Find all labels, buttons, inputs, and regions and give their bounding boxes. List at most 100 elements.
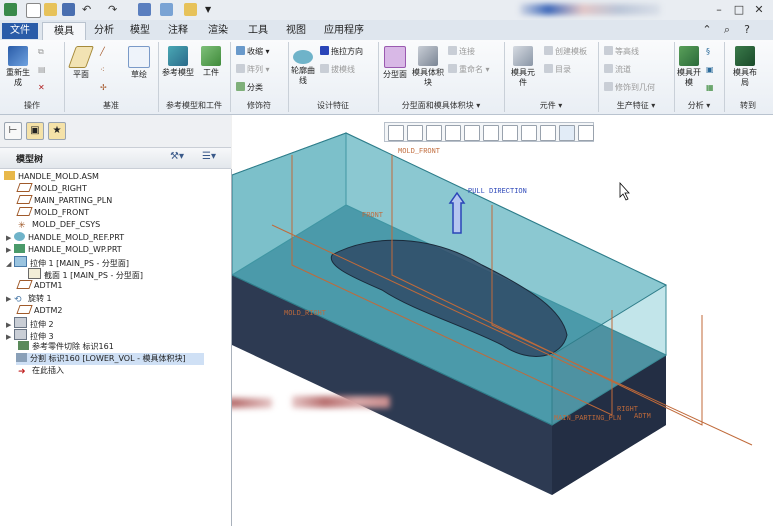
parting-face-button[interactable]: 分型面 — [382, 46, 408, 80]
copy-icon[interactable]: ⧉ — [38, 46, 44, 58]
contour-curve-button[interactable]: 轮廓曲线 — [290, 46, 316, 86]
save-icon[interactable] — [62, 3, 75, 16]
csys-icon: ✳ — [18, 221, 26, 231]
tree-item-ref-cut[interactable]: 参考零件切除 标识161 — [18, 341, 114, 353]
analysis-small-icon-3[interactable]: ▦ — [706, 82, 714, 94]
close-icon[interactable]: ✕ — [752, 3, 766, 16]
tab-file[interactable]: 文件 — [2, 23, 38, 39]
group-production: 等高线 流道 修饰到几何 生产特征 ▾ — [598, 42, 675, 112]
open-icon[interactable] — [44, 3, 57, 16]
expand-icon[interactable]: ▶ — [6, 293, 14, 305]
mold-component-button[interactable]: 模具元件 — [508, 46, 538, 88]
tree-settings-icon[interactable]: ☰▾ — [202, 151, 216, 162]
pull-direction-button[interactable]: 拖拉方向 — [320, 46, 363, 58]
plane-button[interactable]: 平面 — [67, 46, 95, 80]
windows-icon[interactable] — [160, 3, 173, 16]
contour-line-button[interactable]: 等高线 — [604, 46, 639, 58]
sketch-button[interactable]: 草绘 — [126, 46, 152, 80]
tree-item-extrude-3[interactable]: ▶ 拉伸 3 — [6, 329, 54, 341]
group-ref-model: 参考模型 工件 参考模型和工件 — [158, 42, 231, 112]
tree-item-adtm2[interactable]: ADTM2 — [16, 305, 63, 317]
plane-icon — [67, 46, 95, 68]
model-tree-header: 模型树 ⚒▾ ☰▾ — [0, 148, 231, 169]
classify-icon — [236, 82, 245, 91]
tree-item-mold-front[interactable]: MOLD_FRONT — [16, 207, 89, 219]
minimize-icon[interactable]: – — [712, 3, 726, 16]
ref-model-button[interactable]: 参考模型 — [162, 46, 194, 78]
tree-item-revolve-1[interactable]: ▶ ⟲ 旋转 1 — [6, 293, 52, 305]
workpiece-button[interactable]: 工件 — [198, 46, 224, 78]
folder-browser-icon[interactable]: ▣ — [26, 122, 44, 140]
tab-render[interactable]: 渲染 — [202, 22, 234, 40]
tree-item-extrude-2[interactable]: ▶ 拉伸 2 — [6, 317, 54, 329]
runner-button[interactable]: 流道 — [604, 64, 631, 76]
regen-small-icon[interactable] — [138, 3, 151, 16]
expand-icon[interactable]: ▶ — [6, 232, 14, 244]
paste-icon[interactable]: ▤ — [38, 64, 46, 76]
analysis-small-icon-2[interactable]: ▣ — [706, 64, 714, 76]
tree-item-insert-here[interactable]: ➜ 在此插入 — [18, 365, 64, 377]
model-tree-tab-icon[interactable]: ⊢ — [4, 122, 22, 140]
tree-item-adtm1[interactable]: ADTM1 — [16, 280, 63, 292]
rename-button[interactable]: 重命名 ▾ — [448, 64, 490, 76]
tree-item-section-1[interactable]: 截面 1 [MAIN_PS - 分型面] — [28, 268, 143, 280]
app-icon[interactable] — [4, 3, 17, 16]
insert-arrow-icon: ➜ — [18, 367, 26, 377]
shrink-button[interactable]: 收缩 ▾ — [236, 46, 270, 58]
tab-tools[interactable]: 工具 — [242, 22, 274, 40]
redo-icon[interactable]: ↷ — [108, 3, 121, 16]
regenerate-button[interactable]: 重新生成 — [4, 46, 32, 88]
runner-icon — [604, 64, 613, 73]
mold-volume-button[interactable]: 模具体积块 — [412, 46, 444, 88]
tree-item-asm[interactable]: HANDLE_MOLD.ASM — [4, 171, 99, 183]
new-icon[interactable] — [26, 3, 41, 18]
analysis-small-icon-1[interactable]: § — [706, 46, 710, 58]
tree-item-extrude-1[interactable]: ◢ 拉伸 1 [MAIN_PS - 分型面] — [6, 256, 129, 268]
collapse-ribbon-icon[interactable]: ⌃ — [700, 23, 714, 36]
mold-layout-icon — [735, 46, 755, 66]
tree-item-wp-prt[interactable]: ▶ HANDLE_MOLD_WP.PRT — [6, 244, 122, 256]
folder-icon[interactable] — [184, 3, 197, 16]
modify-geometry-button[interactable]: 修饰到几何 — [604, 82, 655, 94]
tree-item-main-parting[interactable]: MAIN_PARTING_PLN — [16, 195, 112, 207]
help-icon[interactable]: ? — [740, 23, 754, 36]
delete-icon[interactable]: ✕ — [38, 82, 45, 94]
tree-item-def-csys[interactable]: ✳ MOLD_DEF_CSYS — [18, 219, 100, 231]
tab-annotate[interactable]: 注释 — [162, 22, 194, 40]
point-icon[interactable]: ⁖ — [100, 64, 105, 76]
classify-button[interactable]: 分类 — [236, 82, 263, 94]
search-icon[interactable]: ⌕ — [720, 23, 734, 37]
catalog-button[interactable]: 目录 — [544, 64, 571, 76]
tab-mold[interactable]: 模具 — [42, 22, 86, 41]
tab-view[interactable]: 视图 — [280, 22, 312, 40]
maximize-icon[interactable]: □ — [732, 3, 746, 16]
array-button[interactable]: 阵列 ▾ — [236, 64, 270, 76]
connect-button[interactable]: 连接 — [448, 46, 475, 58]
tree-item-split[interactable]: 分割 标识160 [LOWER_VOL - 模具体积块] — [16, 353, 204, 365]
collapse-icon[interactable]: ◢ — [6, 258, 14, 270]
graphics-viewport[interactable]: MOLD_FRONT PULL DIRECTION FRONT MOLD_RIG… — [232, 115, 773, 526]
favorites-icon[interactable]: ★ — [48, 122, 66, 140]
drag-line-button[interactable]: 拔模线 — [320, 64, 355, 76]
tab-applications[interactable]: 应用程序 — [318, 22, 370, 40]
csys-icon[interactable]: ✢ — [100, 82, 107, 94]
tree-filter-icon[interactable]: ⚒▾ — [170, 151, 184, 162]
expand-icon[interactable]: ▶ — [6, 331, 14, 343]
model-view[interactable]: MOLD_FRONT PULL DIRECTION FRONT MOLD_RIG… — [232, 115, 773, 526]
mold-open-button[interactable]: 模具开模 — [676, 46, 702, 88]
dropdown-icon[interactable]: ▼ — [205, 3, 218, 16]
tree-item-mold-right[interactable]: MOLD_RIGHT — [16, 183, 87, 195]
tab-model[interactable]: 模型 — [124, 22, 156, 40]
group-label-design-features: 设计特征 — [317, 101, 349, 110]
create-template-button[interactable]: 创建模板 — [544, 46, 587, 58]
tab-analysis[interactable]: 分析 — [88, 22, 120, 40]
sketch-icon — [128, 46, 150, 68]
expand-icon[interactable]: ▶ — [6, 244, 14, 256]
axis-icon[interactable]: ╱ — [100, 46, 105, 58]
group-modifiers: 收缩 ▾ 阵列 ▾ 分类 修饰符 — [230, 42, 289, 112]
undo-icon[interactable]: ↶ — [82, 3, 95, 16]
connect-icon — [448, 46, 457, 55]
tree-item-ref-prt[interactable]: ▶ HANDLE_MOLD_REF.PRT — [6, 232, 124, 244]
contour-curve-icon — [293, 50, 313, 64]
mold-layout-button[interactable]: 模具布局 — [732, 46, 758, 88]
